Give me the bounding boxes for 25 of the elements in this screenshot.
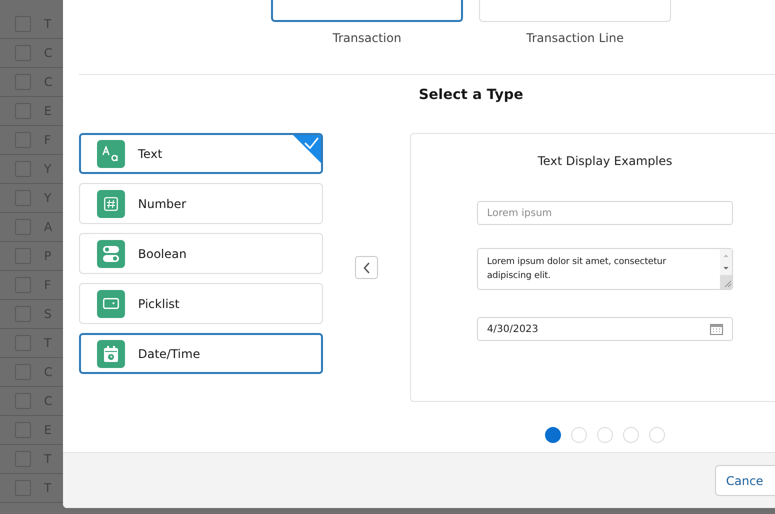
chevron-left-icon <box>362 262 370 274</box>
selected-check-icon <box>293 135 321 163</box>
preview-title: Text Display Examples <box>536 154 674 170</box>
letters-icon <box>102 146 120 162</box>
type-option[interactable]: Number <box>79 183 323 224</box>
option-label: Transaction Line <box>526 31 624 45</box>
section-title: Select a Type <box>418 87 524 105</box>
calendar-icon <box>710 323 723 335</box>
type-option[interactable]: Boolean <box>79 233 323 274</box>
cancel-button[interactable]: Cance <box>715 465 775 496</box>
page-dot[interactable] <box>545 427 561 443</box>
text-field[interactable]: Lorem ipsum <box>477 201 733 225</box>
toggle-icon <box>103 246 119 262</box>
option-label: Transaction <box>332 31 402 45</box>
type-option[interactable]: Picklist <box>79 283 323 324</box>
type-option[interactable]: Text <box>79 133 323 174</box>
previous-button[interactable] <box>355 256 378 279</box>
date-field[interactable]: 4/30/2023 <box>477 317 733 341</box>
type-option[interactable]: Date/Time <box>79 333 323 374</box>
hash-icon <box>104 196 118 210</box>
calendar-clock-icon <box>104 346 118 362</box>
scrollbar[interactable] <box>720 249 732 289</box>
option-card[interactable] <box>271 0 463 22</box>
text-area[interactable]: Lorem ipsum dolor sit amet, consectetur adipiscing elit. <box>477 248 733 290</box>
dropdown-icon <box>103 298 119 309</box>
